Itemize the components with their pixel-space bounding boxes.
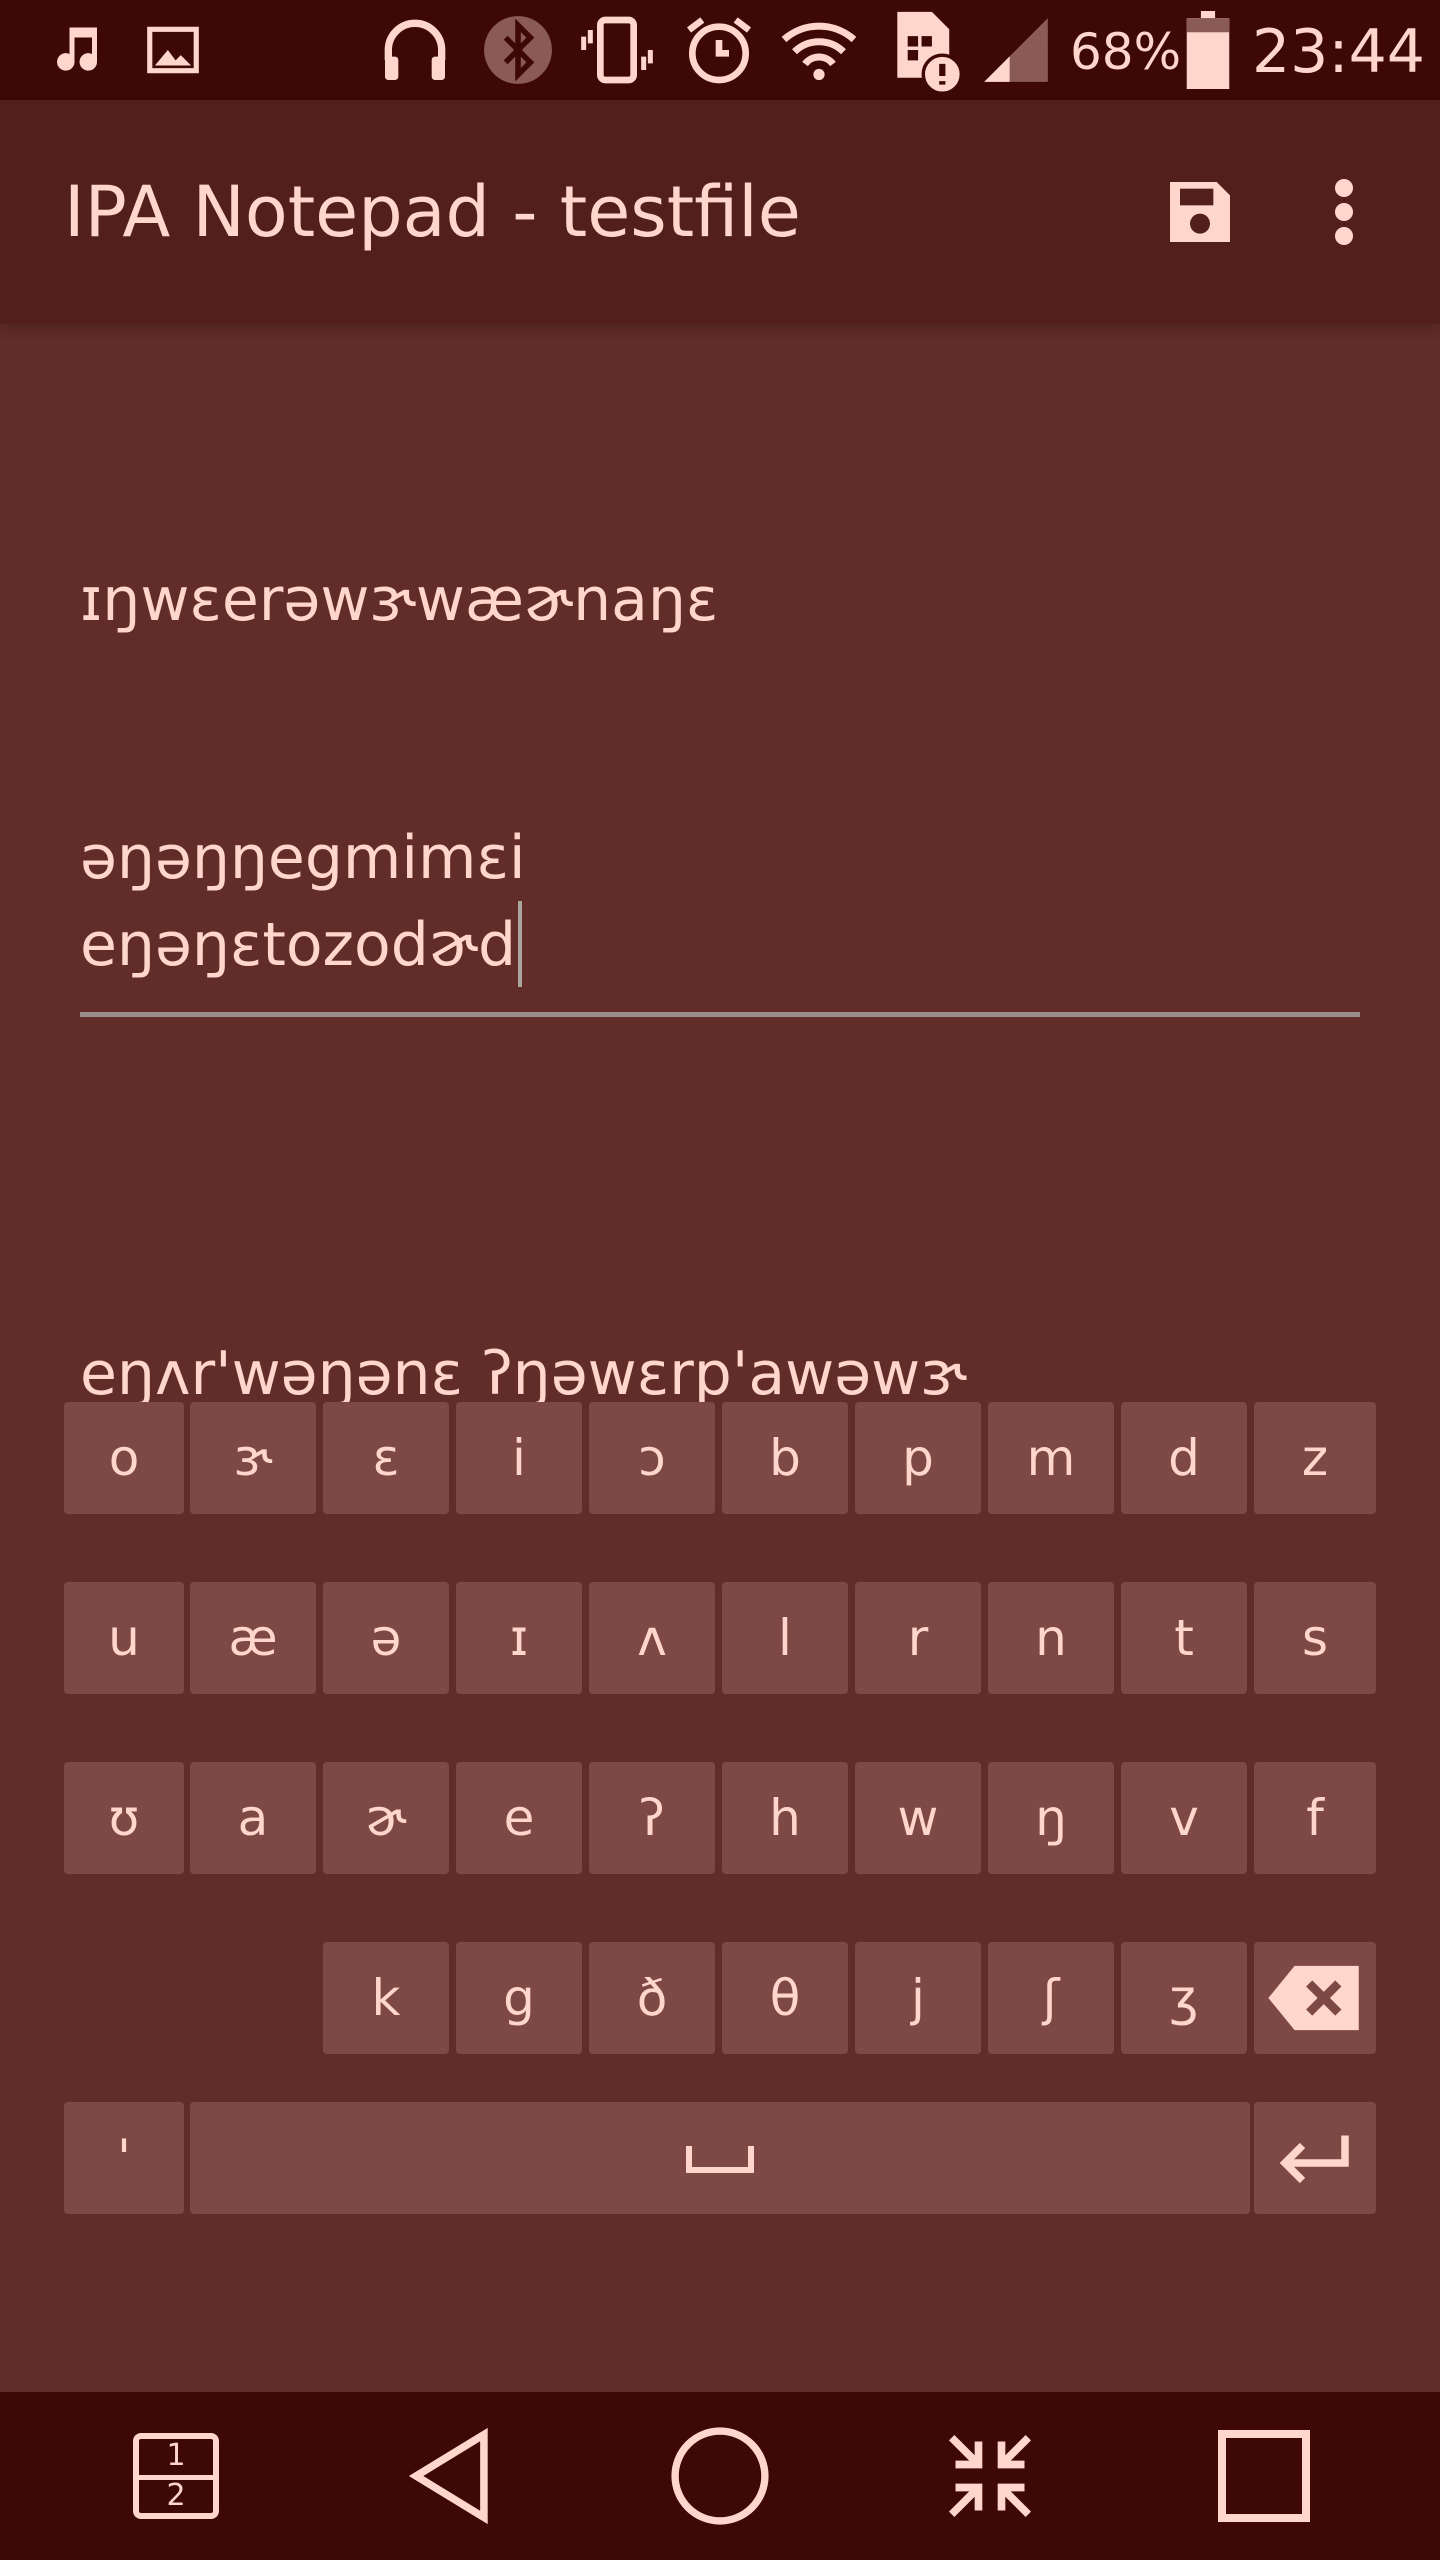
key[interactable]: ŋ (988, 1762, 1114, 1874)
enter-icon (1279, 2135, 1349, 2184)
key[interactable]: ʒ (1121, 1942, 1247, 2054)
key[interactable]: θ (722, 1942, 848, 2054)
key[interactable]: v (1121, 1762, 1247, 1874)
key[interactable]: s (1254, 1582, 1376, 1694)
key[interactable]: m (988, 1402, 1114, 1514)
music-note-icon (44, 0, 110, 100)
key[interactable]: p (855, 1402, 981, 1514)
key[interactable]: ʊ (64, 1762, 184, 1874)
key[interactable]: ɝ (190, 1402, 316, 1514)
navigation-bar: 1 2 (0, 2392, 1440, 2560)
back-icon[interactable] (370, 2392, 530, 2560)
key[interactable]: ʃ (988, 1942, 1114, 2054)
shrink-icon[interactable] (910, 2392, 1070, 2560)
text-caret (518, 901, 523, 987)
wifi-icon (774, 0, 864, 100)
key[interactable]: u (64, 1582, 184, 1694)
key[interactable]: d (1121, 1402, 1247, 1514)
dual-window-icon[interactable]: 1 2 (96, 2392, 256, 2560)
text-input-field[interactable]: eŋəŋɛtozodɚd (80, 880, 1360, 1017)
alarm-icon (676, 0, 762, 100)
key[interactable]: e (456, 1762, 582, 1874)
recents-icon[interactable] (1184, 2392, 1344, 2560)
key[interactable]: w (855, 1762, 981, 1874)
backspace-icon (1268, 1965, 1359, 2031)
save-icon[interactable] (1150, 100, 1250, 324)
key[interactable]: ɪ (456, 1582, 582, 1694)
apostrophe-key[interactable]: ' (64, 2102, 184, 2214)
image-icon (140, 0, 206, 100)
enter-key[interactable] (1254, 2102, 1376, 2214)
text-line (80, 1073, 1360, 1159)
key[interactable]: ɔ (589, 1402, 715, 1514)
key[interactable]: i (456, 1402, 582, 1514)
app-bar: IPA Notepad - testfile (0, 100, 1440, 324)
key[interactable]: ð (589, 1942, 715, 2054)
space-key[interactable] (190, 2102, 1250, 2214)
battery-icon (1180, 0, 1236, 100)
key[interactable]: ʌ (589, 1582, 715, 1694)
app-title: IPA Notepad - testfile (64, 171, 801, 253)
sim-alert-icon (880, 0, 970, 100)
key[interactable]: a (190, 1762, 316, 1874)
key[interactable]: n (988, 1582, 1114, 1694)
key[interactable]: t (1121, 1582, 1247, 1694)
key[interactable]: ɛ (323, 1402, 449, 1514)
key[interactable]: f (1254, 1762, 1376, 1874)
key[interactable]: h (722, 1762, 848, 1874)
key[interactable]: k (323, 1942, 449, 2054)
key[interactable]: z (1254, 1402, 1376, 1514)
dual-window-label-2: 2 (166, 2478, 186, 2513)
headphones-icon (372, 0, 458, 100)
bluetooth-icon (478, 0, 558, 100)
input-underline (80, 1012, 1360, 1017)
key[interactable]: j (855, 1942, 981, 2054)
key[interactable]: æ (190, 1582, 316, 1694)
space-icon (686, 2146, 754, 2173)
key[interactable]: l (722, 1582, 848, 1694)
key[interactable]: o (64, 1402, 184, 1514)
key[interactable]: r (855, 1582, 981, 1694)
key[interactable]: ɚ (323, 1762, 449, 1874)
more-vert-icon[interactable] (1294, 100, 1394, 324)
key[interactable]: ʔ (589, 1762, 715, 1874)
clock: 23:44 (1252, 17, 1425, 87)
backspace-key[interactable] (1254, 1942, 1376, 2054)
dual-window-label-1: 1 (166, 2438, 186, 2473)
battery-percent: 68% (1070, 23, 1182, 81)
signal-icon (976, 0, 1056, 100)
home-icon[interactable] (640, 2392, 800, 2560)
vibrate-icon (574, 0, 660, 100)
key[interactable]: g (456, 1942, 582, 2054)
key[interactable]: ə (323, 1582, 449, 1694)
key[interactable]: b (722, 1402, 848, 1514)
input-value: eŋəŋɛtozodɚd (80, 910, 517, 980)
text-line: ɪŋwɛerəwɝwæɚnaŋɛ (80, 565, 719, 635)
status-bar: 68% 23:44 (0, 0, 1440, 100)
